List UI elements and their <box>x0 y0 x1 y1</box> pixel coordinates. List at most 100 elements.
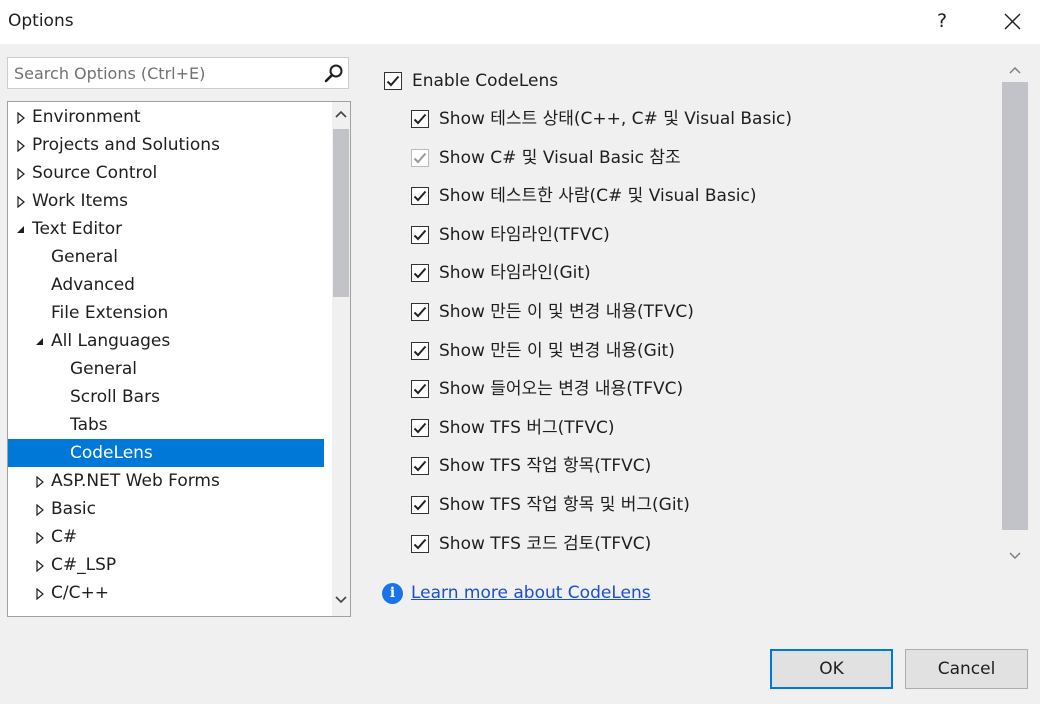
option-checkbox[interactable] <box>411 380 429 399</box>
scroll-up-icon[interactable] <box>1009 66 1021 74</box>
tree-item[interactable]: Advanced <box>8 271 324 299</box>
tree-item-label: ASP.NET Web Forms <box>51 471 220 491</box>
tree-item[interactable]: Scroll Bars <box>8 383 324 411</box>
tree-item[interactable]: Work Items <box>8 187 324 215</box>
tree-item-label: File Extension <box>51 303 169 323</box>
option-label: Show TFS 작업 항목 및 버그(Git) <box>439 495 690 515</box>
info-icon: i <box>382 583 403 604</box>
close-icon <box>1004 13 1021 30</box>
tree-item-label: Source Control <box>32 163 158 183</box>
checkmark-icon <box>413 538 427 550</box>
tree-item-label: Tabs <box>70 415 108 435</box>
tree-item[interactable]: General <box>8 355 324 383</box>
tree-item-label: Projects and Solutions <box>32 135 220 155</box>
expand-arrow-icon[interactable] <box>35 588 45 600</box>
option-checkbox[interactable] <box>411 303 429 321</box>
expand-arrow-icon[interactable] <box>35 532 45 544</box>
option-checkbox <box>411 148 429 167</box>
tree-item-label: CodeLens <box>70 443 153 463</box>
tree-item-label: C# <box>51 527 78 547</box>
option-label: Show 타임라인(TFVC) <box>439 224 610 245</box>
tree-item[interactable]: CodeLens <box>8 439 324 467</box>
checkmark-icon <box>413 345 427 357</box>
tree-item[interactable]: C#_LSP <box>8 551 324 579</box>
checkmark-icon <box>413 152 427 164</box>
expand-arrow-icon[interactable] <box>16 196 26 208</box>
options-scroll-thumb[interactable] <box>1002 82 1028 530</box>
tree-item[interactable]: Environment <box>8 103 324 131</box>
option-checkbox[interactable] <box>411 187 429 206</box>
collapse-arrow-icon[interactable] <box>16 224 26 236</box>
checkmark-icon <box>413 191 427 202</box>
option-label: Show TFS 버그(TFVC) <box>439 417 615 438</box>
option-checkbox[interactable] <box>411 496 429 514</box>
expand-arrow-icon[interactable] <box>16 140 26 152</box>
expand-arrow-icon[interactable] <box>16 112 26 124</box>
tree-item[interactable]: Projects and Solutions <box>8 131 324 159</box>
tree-item[interactable]: General <box>8 243 324 271</box>
tree-scroll-thumb[interactable] <box>333 129 349 297</box>
expand-arrow-icon[interactable] <box>16 168 26 180</box>
option-label: Show TFS 작업 항목(TFVC) <box>439 456 652 477</box>
search-box <box>7 57 349 89</box>
tree-item[interactable]: Tabs <box>8 411 324 439</box>
tree-item[interactable]: ASP.NET Web Forms <box>8 467 324 495</box>
help-button[interactable]: ? <box>925 4 959 38</box>
title-bar: Options ? <box>0 0 1040 44</box>
option-checkbox[interactable] <box>411 225 429 244</box>
option-label: Show 타임라인(Git) <box>439 263 591 284</box>
option-label: Show 만든 이 및 변경 내용(TFVC) <box>439 302 694 322</box>
help-icon: ? <box>936 10 948 32</box>
option-checkbox[interactable] <box>411 534 429 553</box>
tree-item-label: General <box>51 247 118 267</box>
checkmark-icon <box>413 229 427 241</box>
collapse-arrow-icon[interactable] <box>35 336 45 348</box>
scroll-down-icon[interactable] <box>335 596 347 604</box>
checkmark-icon <box>413 384 427 395</box>
tree-item[interactable]: C/C++ <box>8 579 324 607</box>
option-label: Show 테스트한 사람(C# 및 Visual Basic) <box>439 186 757 207</box>
tree-item[interactable]: Basic <box>8 495 324 523</box>
checkmark-icon <box>413 499 427 511</box>
tree-item[interactable]: File Extension <box>8 299 324 327</box>
option-checkbox[interactable] <box>411 110 429 128</box>
options-scrollbar[interactable] <box>1002 58 1028 568</box>
search-icon[interactable] <box>324 63 344 83</box>
tree-item-label: Basic <box>51 499 97 519</box>
close-button[interactable] <box>996 4 1030 38</box>
tree-item[interactable]: Text Editor <box>8 215 324 243</box>
scroll-up-icon[interactable] <box>335 110 347 118</box>
option-label: Show TFS 코드 검토(TFVC) <box>439 533 652 554</box>
expand-arrow-icon[interactable] <box>35 560 45 572</box>
ok-button[interactable]: OK <box>770 649 893 689</box>
learn-more-link[interactable]: Learn more about CodeLens <box>411 583 651 603</box>
option-checkbox[interactable] <box>411 418 429 437</box>
checkmark-icon <box>413 113 427 125</box>
expand-arrow-icon[interactable] <box>35 504 45 516</box>
enable-codelens-label: Enable CodeLens <box>412 71 559 91</box>
expand-arrow-icon[interactable] <box>35 476 45 488</box>
tree-item-label: Work Items <box>32 191 129 211</box>
tree-list: Environment Projects and Solutions Source … <box>8 103 324 607</box>
option-checkbox[interactable] <box>411 264 429 283</box>
tree-item[interactable]: C# <box>8 523 324 551</box>
checkmark-icon <box>413 306 427 318</box>
scroll-down-icon[interactable] <box>1009 552 1021 560</box>
tree-item-label: All Languages <box>51 331 171 351</box>
tree-item[interactable]: Source Control <box>8 159 324 187</box>
search-input[interactable] <box>8 58 324 88</box>
checkmark-icon <box>413 422 427 434</box>
option-label: Show 테스트 상태(C++, C# 및 Visual Basic) <box>439 109 793 129</box>
option-checkbox[interactable] <box>411 457 429 476</box>
option-label: Show 들어오는 변경 내용(TFVC) <box>439 379 684 400</box>
tree-item[interactable]: All Languages <box>8 327 324 355</box>
option-checkbox[interactable] <box>411 341 429 360</box>
tree-scrollbar[interactable] <box>332 102 350 616</box>
checkmark-icon <box>386 75 400 87</box>
cancel-button[interactable]: Cancel <box>905 649 1028 689</box>
enable-codelens-checkbox[interactable] <box>384 72 402 90</box>
tree-item-label: Text Editor <box>32 219 123 239</box>
checkmark-icon <box>413 461 427 472</box>
tree-item-label: General <box>70 359 137 379</box>
tree-item-label: C#_LSP <box>51 555 117 575</box>
